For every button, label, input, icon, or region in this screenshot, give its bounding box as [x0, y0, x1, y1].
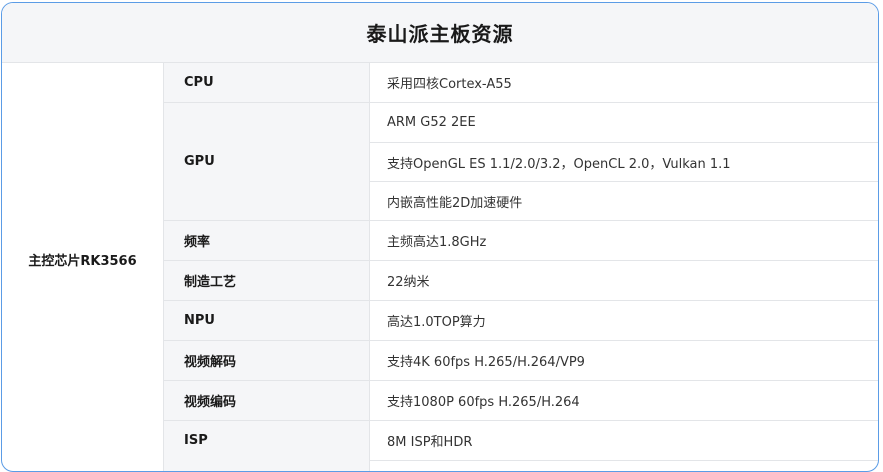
row-value: 支持OpenGL ES 1.1/2.0/3.2，OpenCL 2.0，Vulka…: [370, 142, 878, 181]
next-row-label: [164, 455, 370, 471]
row-value: 支持4K 60fps H.265/H.264/VP9: [387, 355, 585, 370]
row-label: NPU: [164, 301, 370, 340]
row-value: 内嵌高性能2D加速硬件: [370, 181, 878, 220]
next-chip-cell: [2, 455, 164, 471]
chip-cell: 主控芯片RK3566: [2, 63, 164, 455]
table-row-gpu: GPU ARM G52 2EE 支持OpenGL ES 1.1/2.0/3.2，…: [164, 103, 878, 221]
row-value: 采用四核Cortex-A55: [387, 77, 512, 92]
table-row-process: 制造工艺 22纳米: [164, 261, 878, 301]
row-value: 主频高达1.8GHz: [387, 235, 487, 250]
row-value: 支持1080P 60fps H.265/H.264: [387, 395, 580, 410]
row-label: 视频编码: [164, 381, 370, 420]
row-value: 高达1.0TOP算力: [387, 315, 486, 330]
table-row-frequency: 频率 主频高达1.8GHz: [164, 221, 878, 261]
row-label: 视频解码: [164, 341, 370, 380]
row-label: GPU: [164, 103, 370, 220]
spec-table: 泰山派主板资源 主控芯片RK3566 CPU 采用四核Cortex-A55 GP…: [1, 2, 879, 472]
row-value: ARM G52 2EE: [387, 115, 476, 130]
row-label: 频率: [164, 221, 370, 260]
spec-rows: CPU 采用四核Cortex-A55 GPU ARM G52 2EE 支持Ope…: [164, 63, 878, 461]
table-row-cpu: CPU 采用四核Cortex-A55: [164, 63, 878, 103]
table-row-video-decode: 视频解码 支持4K 60fps H.265/H.264/VP9: [164, 341, 878, 381]
row-label: 制造工艺: [164, 261, 370, 300]
table-row-next-partial: [2, 455, 878, 471]
table-row-video-encode: 视频编码 支持1080P 60fps H.265/H.264: [164, 381, 878, 421]
row-value: 22纳米: [387, 275, 430, 290]
table-title: 泰山派主板资源: [2, 3, 878, 63]
row-label: CPU: [164, 63, 370, 102]
table-row-npu: NPU 高达1.0TOP算力: [164, 301, 878, 341]
